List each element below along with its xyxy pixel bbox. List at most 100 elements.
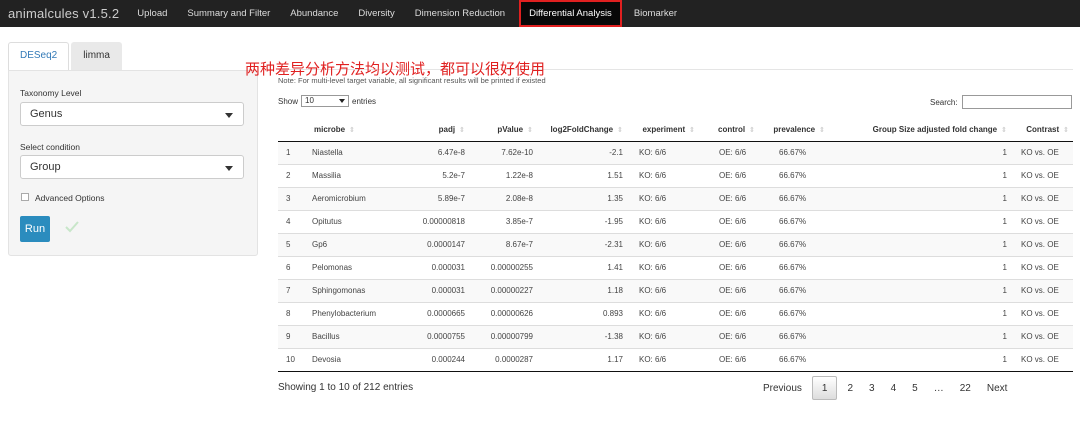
table-cell: Niastella [304,140,409,164]
entries-select[interactable]: 10 [301,95,350,107]
table-cell: 1 [829,140,1011,164]
table-row[interactable]: 7 Sphingomonas 0.000031 0.00000227 1.18 KO: 6… [278,278,1073,302]
nav-differential-analysis[interactable]: Differential Analysis [519,0,622,27]
table-cell: 66.67% [759,278,829,302]
col-index[interactable] [278,118,304,142]
page-4[interactable]: 4 [883,376,905,400]
table-cell: Phenylobacterium [304,301,409,325]
col-prevalence[interactable]: prevalence ⇕ [759,118,829,142]
table-cell: 1 [829,209,1011,233]
page-1[interactable]: 1 [811,376,838,400]
col-padj[interactable]: padj ⇕ [409,118,469,142]
results-table: microbe ⇕ padj ⇕ pValue ⇕ log2FoldChange ⇕ e… [278,118,1073,372]
col-microbe[interactable]: microbe ⇕ [304,118,409,142]
nav-abundance[interactable]: Abundance [290,8,338,19]
col-pvalue[interactable]: pValue ⇕ [469,118,537,142]
table-cell: KO: 6/6 [627,324,699,348]
table-cell: 9 [278,324,304,348]
table-cell: OE: 6/6 [699,140,759,164]
page-22[interactable]: 22 [952,376,979,400]
table-cell: OE: 6/6 [699,163,759,187]
table-cell: Pelomonas [304,255,409,279]
table-cell: 66.67% [759,209,829,233]
table-cell: 1 [829,278,1011,302]
nav-dimension-reduction[interactable]: Dimension Reduction [415,8,505,19]
col-log2foldchange[interactable]: log2FoldChange ⇕ [537,118,627,142]
page-5[interactable]: 5 [904,376,926,400]
table-cell: -2.31 [537,232,627,256]
show-label: Show [278,96,299,106]
table-row[interactable]: 10 Devosia 0.000244 0.0000287 1.17 KO: 6/6 OE:… [278,347,1073,372]
col-group-size-fold-change[interactable]: Group Size adjusted fold change ⇕ [829,118,1011,142]
col-experiment[interactable]: experiment ⇕ [627,118,699,142]
run-button[interactable]: Run [20,216,50,242]
table-cell: 1 [829,347,1011,372]
table-cell: 1.35 [537,186,627,210]
table-cell: 0.00000799 [469,324,537,348]
method-tabs: DESeq2 limma [8,42,122,70]
table-cell: 0.0000755 [409,324,469,348]
table-cell: Gp6 [304,232,409,256]
table-cell: 1 [829,186,1011,210]
nav-upload[interactable]: Upload [137,8,167,19]
table-cell: 0.893 [537,301,627,325]
table-row[interactable]: 3 Aeromicrobium 5.89e-7 2.08e-8 1.35 KO: 6/6 O… [278,186,1073,210]
advanced-options-checkbox[interactable] [21,193,29,201]
search-input[interactable] [961,95,1072,109]
table-cell: 10 [278,347,304,372]
table-cell: KO: 6/6 [627,186,699,210]
table-cell: 66.67% [759,186,829,210]
chevron-down-icon [225,166,233,171]
table-row[interactable]: 8 Phenylobacterium 0.0000665 0.00000626 0.89… [278,301,1073,325]
note-text: Note: For multi-level target variable, a… [278,76,546,85]
tab-deseq2[interactable]: DESeq2 [8,42,70,70]
page-3[interactable]: 3 [861,376,883,400]
taxonomy-level-value: Genus [30,108,63,120]
table-cell: 1.22e-8 [469,163,537,187]
nav-diversity[interactable]: Diversity [358,8,394,19]
page-next[interactable]: Next [979,376,1016,400]
col-control[interactable]: control ⇕ [699,118,759,142]
table-cell: 1.18 [537,278,627,302]
table-cell: -1.95 [537,209,627,233]
taxonomy-level-label: Taxonomy Level [20,88,82,98]
table-cell: 66.67% [759,140,829,164]
table-cell: 2.08e-8 [469,186,537,210]
table-cell: KO vs. OE [1011,163,1073,187]
table-cell: -2.1 [537,140,627,164]
table-row[interactable]: 1 Niastella 6.47e-8 7.62e-10 -2.1 KO: 6/6 OE: … [278,140,1073,164]
table-cell: 4 [278,209,304,233]
table-cell: 0.000244 [409,347,469,372]
table-cell: 0.00000626 [469,301,537,325]
tab-limma[interactable]: limma [71,42,122,70]
advanced-options-label: Advanced Options [35,193,105,203]
table-cell: 0.0000665 [409,301,469,325]
table-cell: 0.00000255 [469,255,537,279]
table-cell: 66.67% [759,347,829,372]
table-row[interactable]: 2 Massilia 5.2e-7 1.22e-8 1.51 KO: 6/6 OE: 6/6… [278,163,1073,187]
table-row[interactable]: 9 Bacillus 0.0000755 0.00000799 -1.38 KO: 6/6… [278,324,1073,348]
table-row[interactable]: 5 Gp6 0.0000147 8.67e-7 -2.31 KO: 6/6 OE: 6/6 6… [278,232,1073,256]
taxonomy-level-select[interactable]: Genus [20,102,244,126]
nav-biomarker[interactable]: Biomarker [634,8,677,19]
condition-select[interactable]: Group [20,155,244,179]
table-info: Showing 1 to 10 of 212 entries [278,382,414,393]
nav-summary-filter[interactable]: Summary and Filter [187,8,270,19]
table-cell: 1.51 [537,163,627,187]
table-cell: OE: 6/6 [699,301,759,325]
search-control: Search: [930,95,1072,109]
chevron-down-icon [339,99,346,103]
sidebar-panel: Taxonomy Level Genus Select condition Gr… [8,70,258,256]
table-cell: OE: 6/6 [699,255,759,279]
table-row[interactable]: 6 Pelomonas 0.000031 0.00000255 1.41 KO: 6/6 O… [278,255,1073,279]
table-row[interactable]: 4 Opitutus 0.00000818 3.85e-7 -1.95 KO: 6/6 OE… [278,209,1073,233]
table-cell: KO: 6/6 [627,278,699,302]
table-cell: KO vs. OE [1011,278,1073,302]
entries-value: 10 [305,96,314,105]
brand-title[interactable]: animalcules v1.5.2 [8,6,119,21]
table-cell: 2 [278,163,304,187]
page-previous[interactable]: Previous [755,376,810,400]
table-cell: 0.00000227 [469,278,537,302]
col-contrast[interactable]: Contrast ⇕ [1011,118,1073,142]
page-2[interactable]: 2 [839,376,861,400]
